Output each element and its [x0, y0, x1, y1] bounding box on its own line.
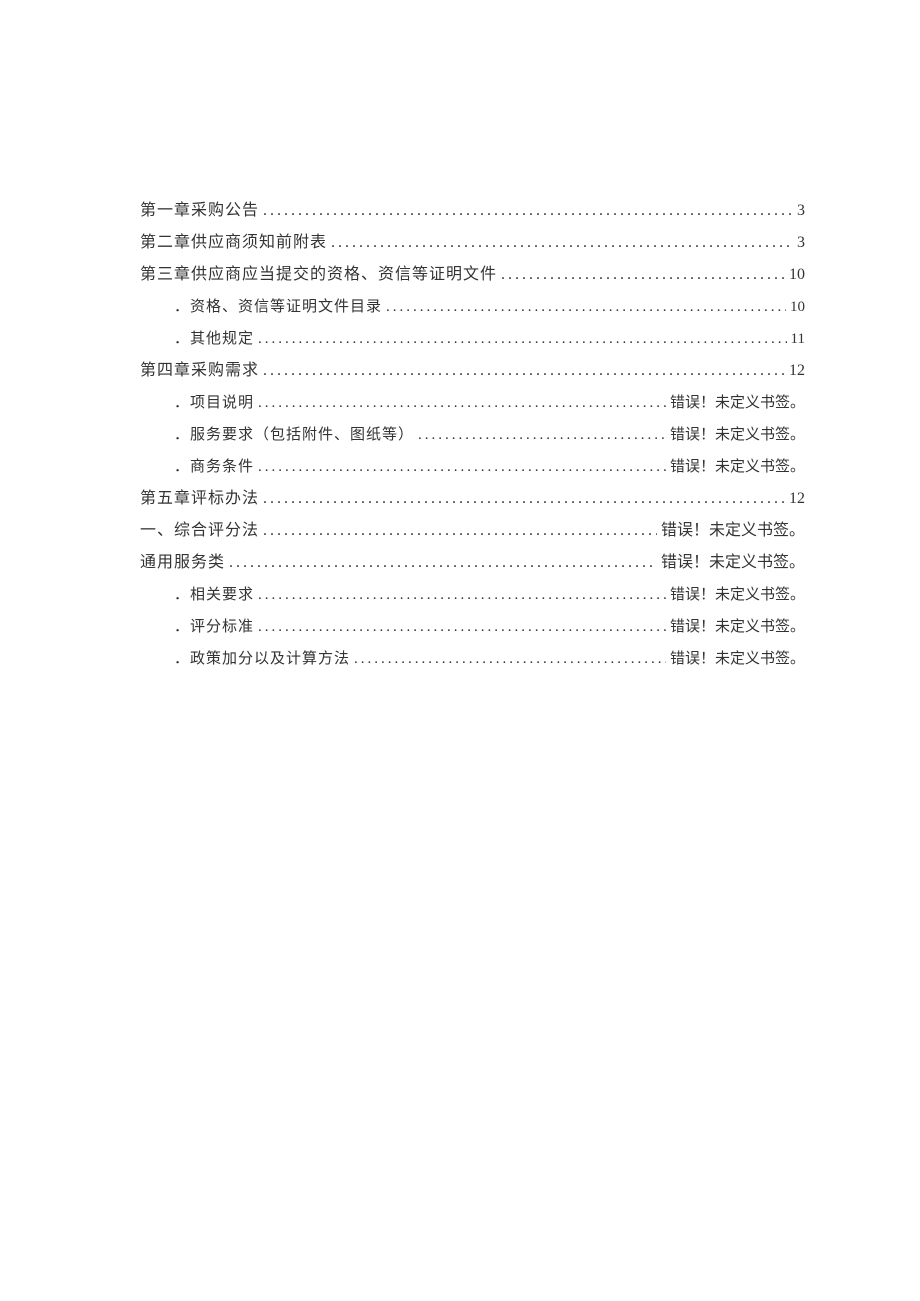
- toc-title: 第一章采购公告: [140, 200, 259, 222]
- toc-leader-dots: ........................................…: [501, 264, 785, 286]
- toc-page-ref: 错误！未定义书签。: [661, 552, 805, 574]
- toc-entry[interactable]: ．项目说明...................................…: [140, 392, 805, 414]
- toc-page-ref: 错误！未定义书签。: [670, 456, 805, 478]
- toc-page-ref: 错误！未定义书签。: [661, 520, 805, 542]
- toc-page-ref: 错误！未定义书签。: [670, 424, 805, 446]
- toc-title: 第三章供应商应当提交的资格、资信等证明文件: [140, 264, 497, 286]
- toc-leader-dots: ........................................…: [258, 616, 666, 638]
- toc-title: ．商务条件: [174, 456, 254, 478]
- toc-title: ．服务要求（包括附件、图纸等）: [174, 424, 414, 446]
- toc-title: ．政策加分以及计算方法: [174, 648, 350, 670]
- toc-page-ref: 12: [789, 360, 805, 382]
- toc-leader-dots: ........................................…: [418, 424, 666, 446]
- toc-title: 第二章供应商须知前附表: [140, 232, 327, 254]
- toc-page: 第一章采购公告.................................…: [0, 0, 920, 670]
- toc-title: 通用服务类: [140, 552, 225, 574]
- toc-leader-dots: ........................................…: [229, 552, 657, 574]
- toc-page-ref: 10: [789, 264, 805, 286]
- toc-leader-dots: ........................................…: [258, 392, 666, 414]
- toc-entry[interactable]: ．相关要求...................................…: [140, 584, 805, 606]
- toc-entry[interactable]: 第四章采购需求.................................…: [140, 360, 805, 382]
- toc-title: ．其他规定: [174, 328, 254, 350]
- toc-entry[interactable]: 第三章供应商应当提交的资格、资信等证明文件...................…: [140, 264, 805, 286]
- toc-leader-dots: ........................................…: [331, 232, 793, 254]
- toc-page-ref: 错误！未定义书签。: [670, 616, 805, 638]
- toc-entry[interactable]: ．服务要求（包括附件、图纸等）.........................…: [140, 424, 805, 446]
- toc-page-ref: 错误！未定义书签。: [670, 584, 805, 606]
- toc-page-ref: 12: [789, 488, 805, 510]
- toc-entry[interactable]: 第二章供应商须知前附表.............................…: [140, 232, 805, 254]
- toc-title: ．资格、资信等证明文件目录: [174, 296, 382, 318]
- toc-entry[interactable]: 通用服务类...................................…: [140, 552, 805, 574]
- toc-entry[interactable]: ．政策加分以及计算方法.............................…: [140, 648, 805, 670]
- toc-leader-dots: ........................................…: [263, 360, 785, 382]
- toc-leader-dots: ........................................…: [263, 488, 785, 510]
- toc-leader-dots: ........................................…: [354, 648, 666, 670]
- toc-leader-dots: ........................................…: [263, 520, 657, 542]
- toc-title: ．项目说明: [174, 392, 254, 414]
- toc-entry[interactable]: 第一章采购公告.................................…: [140, 200, 805, 222]
- toc-page-ref: 3: [797, 200, 805, 222]
- toc-entry[interactable]: 第五章评标办法.................................…: [140, 488, 805, 510]
- toc-page-ref: 错误！未定义书签。: [670, 648, 805, 670]
- toc-leader-dots: ........................................…: [258, 328, 787, 350]
- toc-leader-dots: ........................................…: [263, 200, 793, 222]
- toc-entry[interactable]: ．评分标准...................................…: [140, 616, 805, 638]
- toc-title: 第四章采购需求: [140, 360, 259, 382]
- toc-leader-dots: ........................................…: [258, 456, 666, 478]
- toc-title: 第五章评标办法: [140, 488, 259, 510]
- toc-page-ref: 10: [790, 296, 805, 318]
- toc-entry[interactable]: ．其他规定...................................…: [140, 328, 805, 350]
- toc-page-ref: 错误！未定义书签。: [670, 392, 805, 414]
- toc-leader-dots: ........................................…: [258, 584, 666, 606]
- toc-entry[interactable]: ．商务条件...................................…: [140, 456, 805, 478]
- toc-entry[interactable]: 一、综合评分法.................................…: [140, 520, 805, 542]
- toc-title: 一、综合评分法: [140, 520, 259, 542]
- toc-page-ref: 3: [797, 232, 805, 254]
- toc-title: ．评分标准: [174, 616, 254, 638]
- toc-leader-dots: ........................................…: [386, 296, 786, 318]
- toc-title: ．相关要求: [174, 584, 254, 606]
- toc-page-ref: 11: [791, 328, 805, 350]
- toc-entry[interactable]: ．资格、资信等证明文件目录...........................…: [140, 296, 805, 318]
